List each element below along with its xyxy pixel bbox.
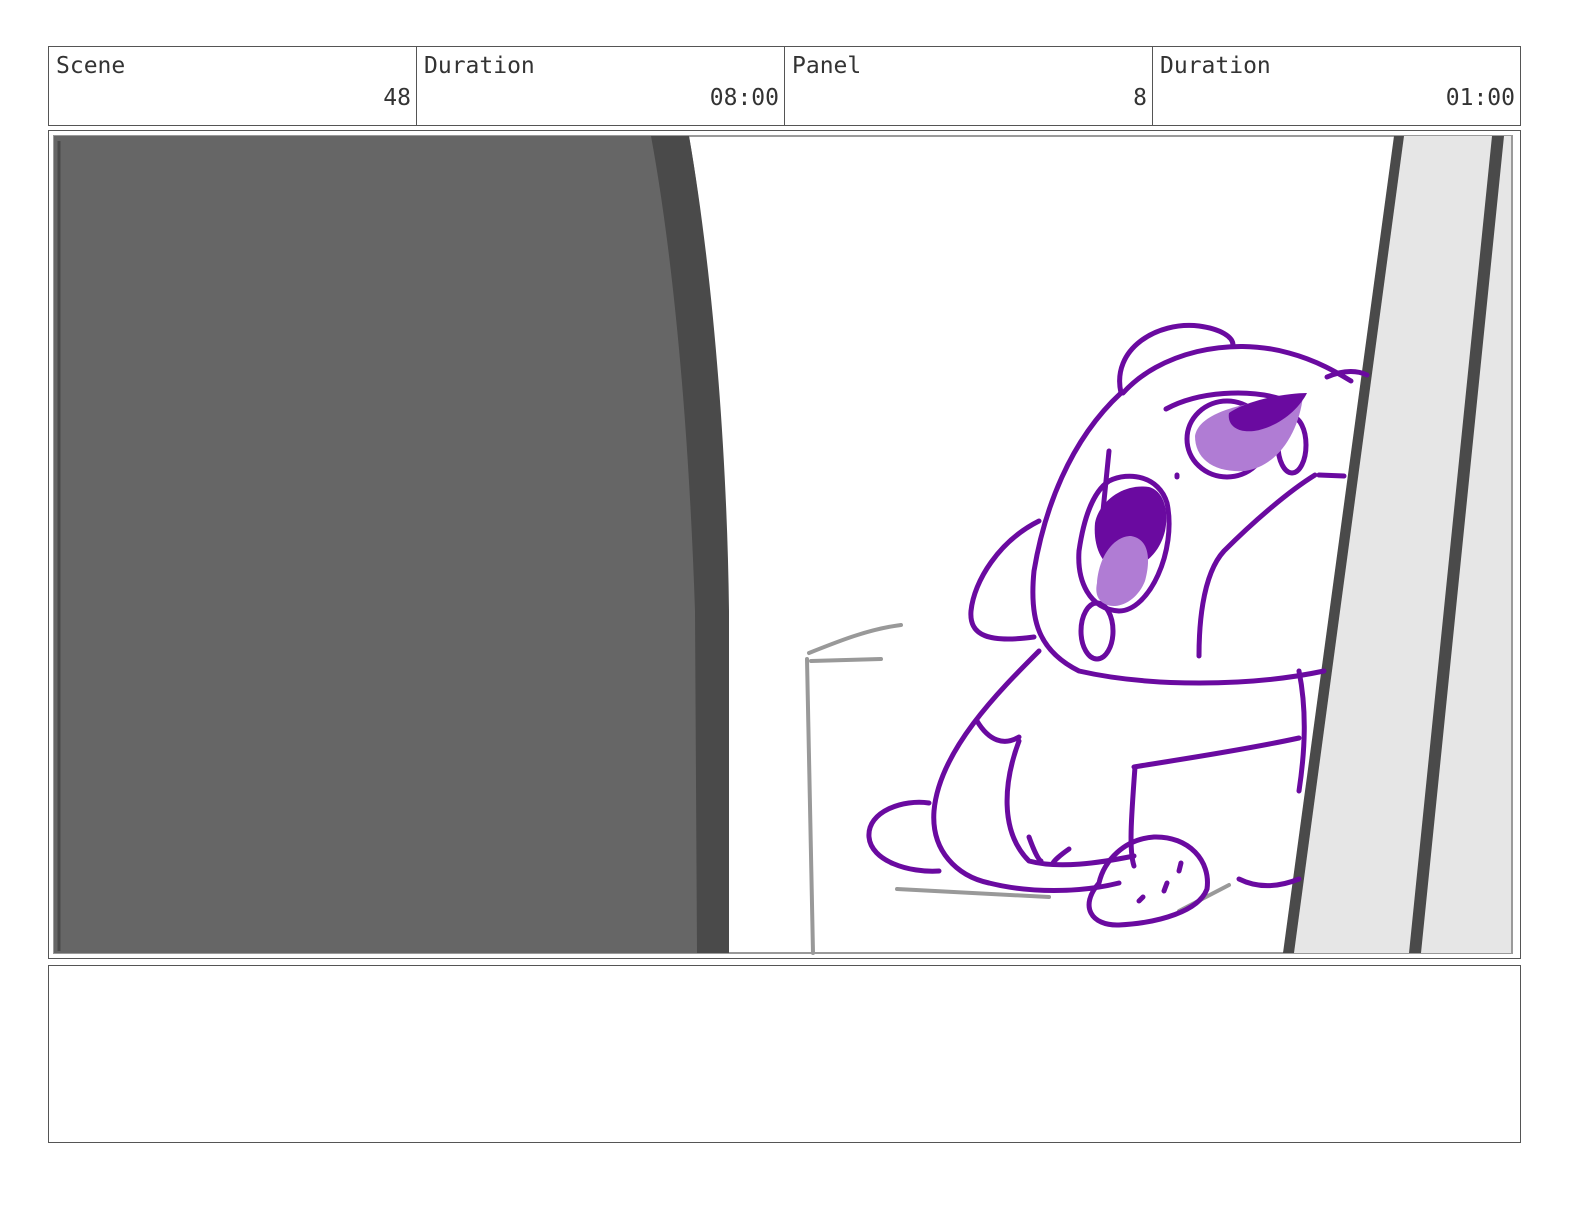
- scene-duration-value: 08:00: [709, 85, 779, 111]
- scene-number: 48: [383, 85, 411, 111]
- panel-duration-label: Duration: [1160, 53, 1271, 79]
- scene-label: Scene: [56, 53, 126, 79]
- panel-notes-box: [48, 965, 1521, 1143]
- panel-duration-cell: Duration 01:00: [1153, 47, 1520, 125]
- panel-info-header: Scene 48 Duration 08:00 Panel 8 Duration…: [48, 46, 1521, 126]
- storyboard-panel-drawing: [53, 135, 1513, 955]
- panel-image-frame: [48, 130, 1521, 959]
- storyboard-page: Scene 48 Duration 08:00 Panel 8 Duration…: [0, 0, 1584, 1224]
- scene-duration-label: Duration: [424, 53, 535, 79]
- door-frame: [1283, 136, 1511, 953]
- foreground-silhouette: [54, 136, 727, 953]
- panel-label: Panel: [792, 53, 862, 79]
- panel-cell: Panel 8: [785, 47, 1153, 125]
- panel-number: 8: [1133, 85, 1147, 111]
- character-eyes: [1094, 393, 1307, 606]
- scene-duration-cell: Duration 08:00: [417, 47, 785, 125]
- panel-duration-value: 01:00: [1445, 85, 1515, 111]
- scene-cell: Scene 48: [49, 47, 417, 125]
